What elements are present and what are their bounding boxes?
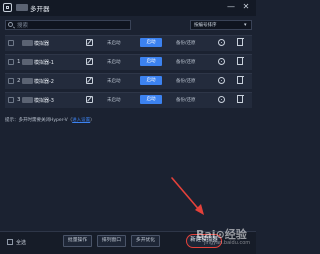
arrow-annotation	[171, 177, 204, 215]
hyperv-hint: 提示：多开时需要关闭Hyper-V（进入设置）	[5, 117, 95, 123]
row-number: 3	[17, 96, 21, 103]
backup-restore-link[interactable]: 备份/还原	[176, 40, 196, 46]
search-placeholder: 搜索	[17, 23, 29, 29]
edit-icon[interactable]	[86, 58, 93, 65]
name-redacted	[22, 97, 33, 103]
launch-button[interactable]: 启动	[140, 76, 162, 85]
launch-button[interactable]: 启动	[140, 95, 162, 104]
arrange-windows-button[interactable]: 排列窗口	[97, 235, 126, 247]
backup-restore-link[interactable]: 备份/还原	[176, 97, 196, 103]
status-text: 未启动	[107, 60, 121, 65]
multi-optimize-button[interactable]: 多开优化	[131, 235, 160, 247]
close-button[interactable]: ✕	[241, 2, 251, 12]
title-redacted	[16, 4, 28, 11]
backup-restore-link[interactable]: 备份/还原	[176, 78, 196, 84]
emulator-name: 模拟器-2	[34, 79, 54, 85]
app-icon	[3, 3, 12, 12]
select-all-label: 全选	[16, 239, 27, 246]
name-redacted	[22, 59, 33, 65]
settings-link[interactable]: 进入设置	[72, 118, 90, 123]
baidu-watermark-url: jingyan.baidu.com	[204, 240, 251, 246]
edit-icon[interactable]	[86, 96, 93, 103]
hint-text: 提示：多开时需要关闭Hyper-V（	[5, 118, 73, 123]
status-text: 未启动	[107, 98, 121, 103]
status-text: 未启动	[107, 41, 121, 46]
name-redacted	[22, 40, 33, 46]
trash-icon[interactable]	[236, 95, 244, 103]
gear-icon[interactable]	[218, 77, 225, 84]
trash-icon[interactable]	[236, 76, 244, 84]
edit-icon[interactable]	[86, 39, 93, 46]
gear-icon[interactable]	[218, 58, 225, 65]
emulator-name: 模拟器	[34, 41, 50, 47]
row-checkbox[interactable]	[8, 78, 14, 84]
row-checkbox[interactable]	[8, 59, 14, 65]
launch-button[interactable]: 启动	[140, 38, 162, 47]
search-icon	[8, 22, 13, 27]
emulator-name: 模拟器-1	[34, 60, 54, 66]
row-checkbox[interactable]	[8, 40, 14, 46]
batch-operation-button[interactable]: 批量操作	[63, 235, 92, 247]
gear-icon[interactable]	[218, 39, 225, 46]
edit-icon[interactable]	[86, 77, 93, 84]
select-all-checkbox[interactable]	[7, 239, 13, 245]
backup-restore-link[interactable]: 备份/还原	[176, 59, 196, 65]
status-text: 未启动	[107, 79, 121, 84]
window-title: 多开器	[30, 5, 50, 13]
chevron-down-icon: ▾	[244, 22, 247, 28]
row-number: 2	[17, 77, 21, 84]
emulator-name: 模拟器-3	[34, 98, 54, 104]
trash-icon[interactable]	[236, 38, 244, 46]
trash-icon[interactable]	[236, 57, 244, 65]
row-checkbox[interactable]	[8, 97, 14, 103]
row-number: 1	[17, 58, 21, 65]
gear-icon[interactable]	[218, 96, 225, 103]
minimize-button[interactable]: —	[226, 2, 236, 12]
hint-tail: ）	[90, 118, 95, 123]
name-redacted	[22, 78, 33, 84]
sort-selected-value: 按编号排序	[194, 22, 217, 28]
launch-button[interactable]: 启动	[140, 57, 162, 66]
